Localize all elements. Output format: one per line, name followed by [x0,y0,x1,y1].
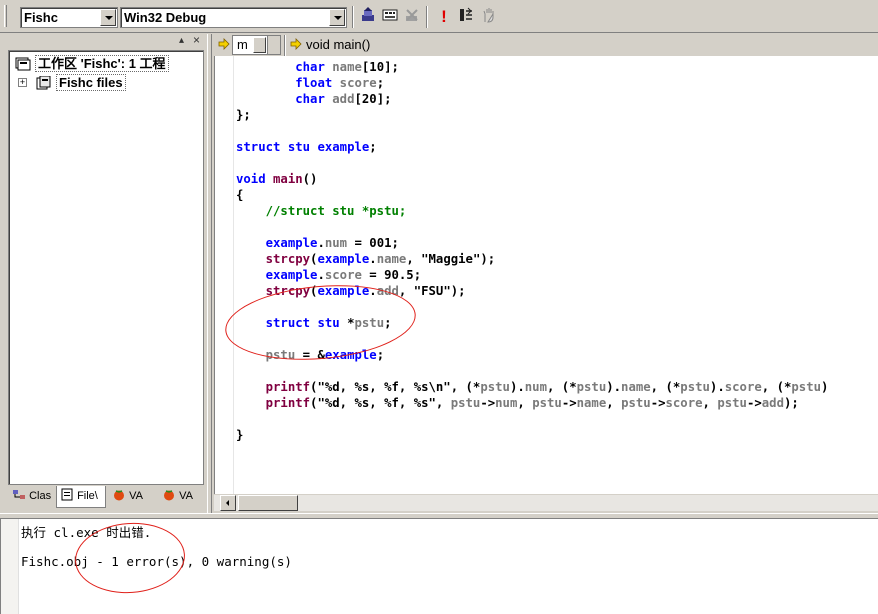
chevron-down-icon[interactable] [329,9,345,26]
code-line[interactable]: strcpy(example.name, "Maggie"); [236,251,828,267]
code-line[interactable]: }; [236,107,828,123]
restore-icon[interactable]: ▴ [176,36,187,47]
project-combo-value: Fishc [24,10,58,25]
code-line[interactable] [236,299,828,315]
code-text[interactable]: char name[10]; float score; char add[20]… [236,59,828,443]
code-line[interactable]: float score; [236,75,828,91]
execute-icon[interactable]: ! [434,7,454,27]
workspace-header: ▴ × [0,34,212,50]
tab-va-view[interactable]: VA [108,486,156,506]
output-summary-line: Fishc.obj - 1 error(s), 0 warning(s) [21,554,292,569]
code-line[interactable] [236,331,828,347]
scroll-thumb[interactable] [238,495,298,511]
workspace-root-item[interactable]: 工作区 'Fishc': 1 工程 [15,55,169,72]
go-icon[interactable] [456,7,476,27]
code-line[interactable]: strcpy(example.add, "FSU"); [236,283,828,299]
workspace-tabs: Clas File\ VA VA [8,486,204,510]
wizard-bar: m void main() [214,33,878,57]
workspace-tree: 工作区 'Fishc': 1 工程 + Fishc files [8,50,204,485]
toolbar-separator [284,35,286,57]
code-line[interactable]: struct stu *pstu; [236,315,828,331]
code-line[interactable]: char name[10]; [236,59,828,75]
breakpoint-icon[interactable] [479,7,499,27]
close-icon[interactable]: × [191,34,202,46]
tab-va-outline[interactable]: VA [158,486,204,506]
tab-class-view[interactable]: Clas [8,486,56,506]
arrow-right-icon[interactable] [290,38,302,50]
tab-file-view[interactable]: File\ [56,486,106,508]
tomato-icon [164,490,174,501]
horizontal-scrollbar[interactable] [214,494,878,511]
workspace-root-label: 工作区 'Fishc': 1 工程 [35,55,169,72]
tab-va-outline-label: VA [179,490,193,502]
code-line[interactable]: { [236,187,828,203]
output-error-line: 执行 cl.exe 时出错. [21,525,152,540]
configuration-combo-value: Win32 Debug [124,10,207,25]
project-combo[interactable]: Fishc [20,7,118,28]
code-line[interactable]: example.score = 90.5; [236,267,828,283]
expand-icon[interactable]: + [18,78,27,87]
scroll-left-icon[interactable] [220,495,236,511]
build-icon[interactable] [380,7,400,27]
code-line[interactable] [236,123,828,139]
chevron-down-icon[interactable] [253,37,266,53]
workspace-icon [15,57,31,71]
stop-build-icon[interactable] [402,7,422,27]
project-label: Fishc files [56,74,126,91]
class-view-icon [13,490,25,499]
tab-file-view-label: File\ [77,490,98,502]
code-line[interactable]: void main() [236,171,828,187]
spin-buttons-icon[interactable] [267,36,280,54]
code-line[interactable] [236,155,828,171]
toolbar-separator [426,6,428,28]
code-line[interactable]: printf("%d, %s, %f, %s", pstu->num, pstu… [236,395,828,411]
build-toolbar: Fishc Win32 Debug ! [0,0,878,33]
compile-icon[interactable] [358,7,378,27]
code-line[interactable] [236,219,828,235]
configuration-combo[interactable]: Win32 Debug [120,7,347,28]
code-line[interactable]: } [236,427,828,443]
toolbar-grip[interactable] [4,5,7,27]
tab-class-view-label: Clas [29,490,52,502]
file-view-icon [61,488,73,501]
vertical-splitter[interactable] [207,34,212,514]
code-line[interactable]: char add[20]; [236,91,828,107]
code-line[interactable]: printf("%d, %s, %f, %s\n", (*pstu).num, … [236,379,829,395]
code-line[interactable]: struct stu example; [236,139,828,155]
scope-combo-value: m [237,37,248,52]
project-item[interactable]: + Fishc files [15,74,126,91]
arrow-right-icon[interactable] [218,38,230,50]
toolbar-separator [352,6,354,28]
output-pane: 执行 cl.exe 时出错. Fishc.obj - 1 error(s), 0… [0,519,878,614]
code-line[interactable] [236,363,828,379]
code-line[interactable]: pstu = &example; [236,347,828,363]
code-line[interactable]: example.num = 001; [236,235,828,251]
project-files-icon [36,76,51,90]
editor-margin[interactable] [215,56,234,494]
code-editor[interactable]: char name[10]; float score; char add[20]… [214,56,878,494]
scope-combo[interactable]: m [232,35,281,55]
tomato-icon [114,490,124,501]
code-line[interactable]: //struct stu *pstu; [236,203,828,219]
output-margin [1,519,19,614]
tab-va-view-label: VA [129,490,143,502]
function-label[interactable]: void main() [306,37,370,52]
chevron-down-icon[interactable] [100,9,116,26]
code-line[interactable] [236,411,828,427]
